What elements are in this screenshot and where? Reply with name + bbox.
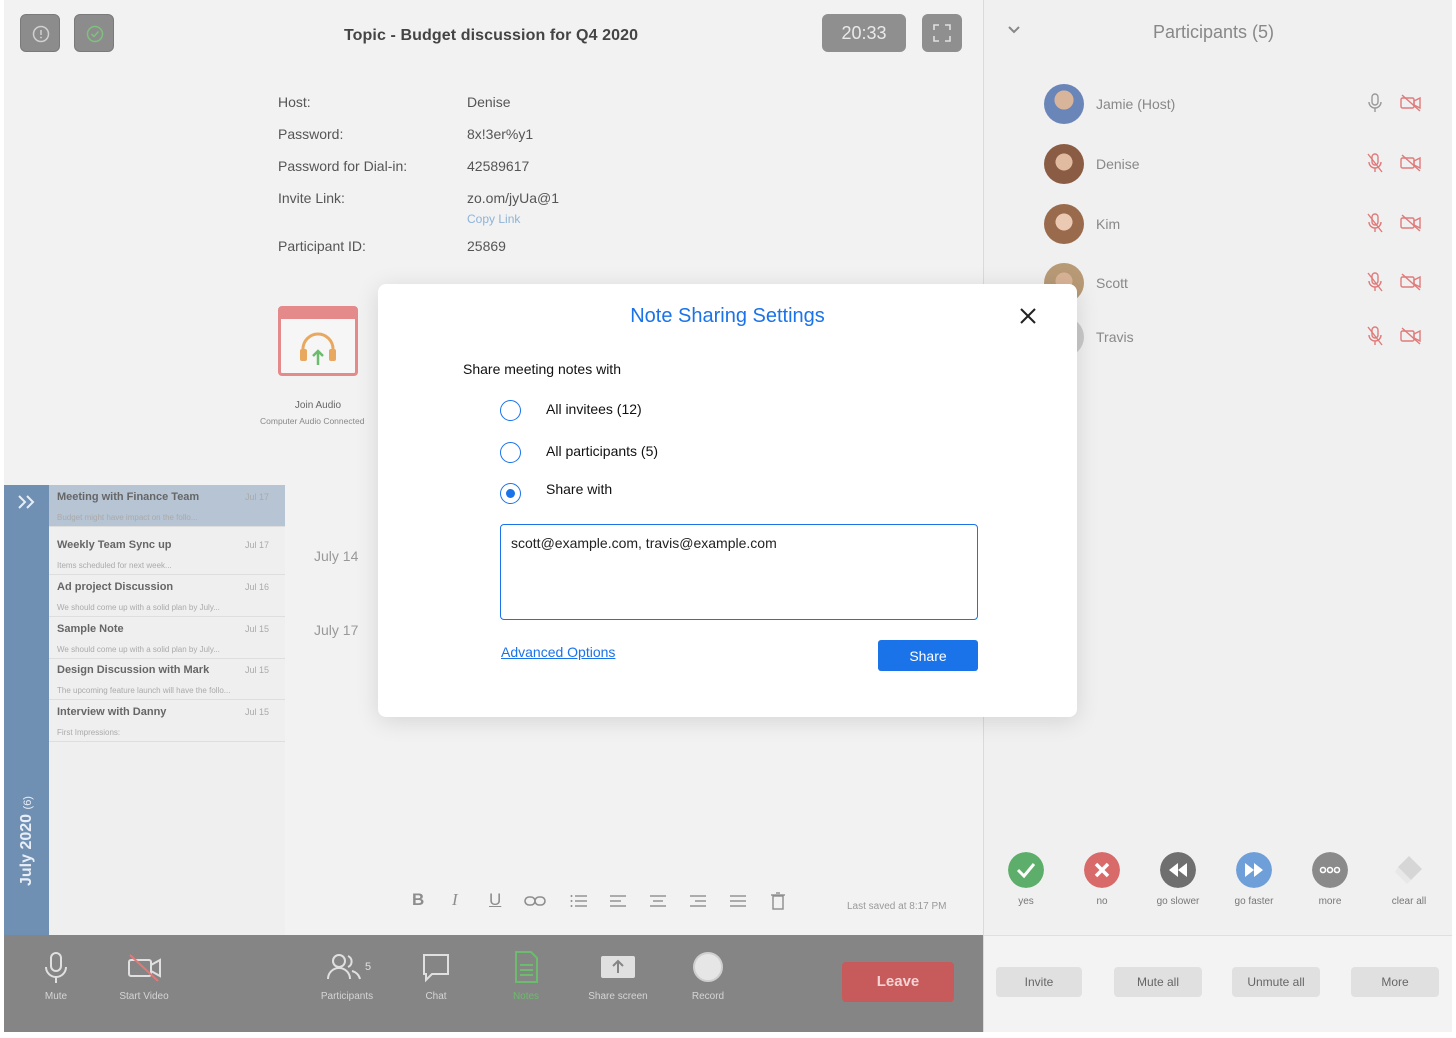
radio-all-invitees[interactable]: [500, 400, 521, 421]
option-label: All participants (5): [546, 443, 659, 459]
close-icon[interactable]: [1018, 306, 1038, 326]
note-sharing-dialog: Note Sharing Settings Share meeting note…: [378, 284, 1077, 717]
share-button[interactable]: Share: [878, 640, 978, 671]
share-emails-field[interactable]: scott@example.com, travis@example.com: [500, 524, 978, 620]
advanced-options-link[interactable]: Advanced Options: [501, 644, 615, 660]
share-prompt: Share meeting notes with: [463, 361, 621, 377]
option-label: All invitees (12): [546, 401, 642, 417]
radio-all-participants[interactable]: [500, 442, 521, 463]
dialog-title: Note Sharing Settings: [630, 305, 825, 327]
radio-share-with[interactable]: [500, 483, 521, 504]
option-label: Share with: [546, 481, 613, 497]
